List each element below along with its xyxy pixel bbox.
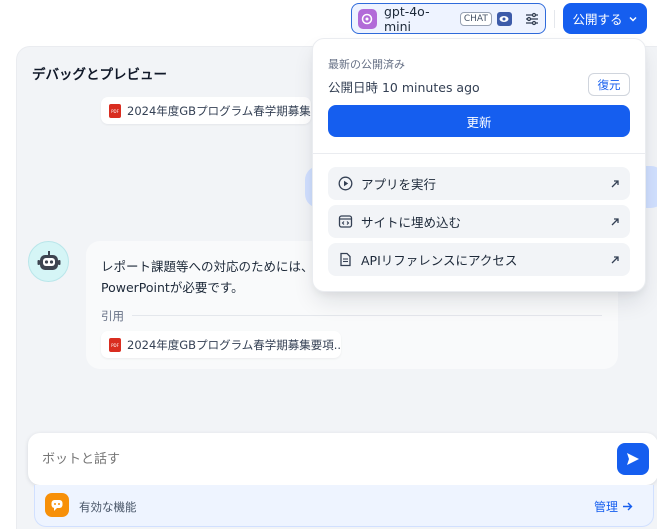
send-icon	[627, 453, 639, 465]
chat-input[interactable]	[42, 451, 602, 466]
answer-line: PowerPointが必要です。	[101, 280, 244, 295]
external-link-icon	[610, 217, 620, 227]
features-icon	[45, 493, 69, 517]
features-label: 有効な機能	[79, 500, 137, 514]
run-app-item[interactable]: アプリを実行	[328, 167, 630, 200]
publish-button[interactable]: 公開する	[563, 3, 647, 34]
model-settings-icon[interactable]	[525, 12, 539, 26]
answer-line: レポート課題等への対応のためには、M	[101, 259, 325, 274]
embed-site-item[interactable]: サイトに埋め込む	[328, 205, 630, 238]
toolbar-divider	[554, 10, 555, 28]
citation-file-name: 2024年度GBプログラム春学期募集要項...	[127, 337, 341, 352]
manage-features-link[interactable]: 管理	[594, 498, 633, 515]
publish-button-label: 公開する	[572, 12, 623, 27]
external-link-icon	[610, 255, 620, 265]
published-time: 公開日時 10 minutes ago	[328, 80, 480, 95]
model-selector[interactable]: gpt-4o-mini CHAT	[351, 3, 546, 34]
pdf-icon	[109, 337, 121, 352]
model-name: gpt-4o-mini	[383, 3, 430, 34]
citation-file-name: 2024年度GBプログラム春学期募集要項	[127, 103, 311, 118]
embed-code-icon	[338, 215, 353, 228]
api-reference-label: APIリファレンスにアクセス	[361, 253, 518, 268]
chevron-down-icon	[628, 16, 637, 22]
citation-chip[interactable]: 2024年度GBプログラム春学期募集要項...	[101, 331, 341, 358]
vision-icon	[496, 11, 512, 26]
model-mode-badge: CHAT	[459, 11, 492, 26]
play-circle-icon	[338, 176, 353, 191]
dropdown-divider	[313, 153, 645, 154]
panel-title: デバッグとプレビュー	[32, 67, 167, 83]
pdf-icon	[109, 103, 121, 118]
bot-answer-text: レポート課題等への対応のためには、M PowerPointが必要です。	[101, 256, 331, 298]
bot-avatar	[28, 241, 69, 282]
run-app-label: アプリを実行	[361, 177, 437, 192]
api-reference-item[interactable]: APIリファレンスにアクセス	[328, 243, 630, 276]
arrow-right-icon	[623, 502, 633, 511]
document-icon	[340, 252, 351, 267]
openai-icon	[358, 8, 377, 29]
citation-divider	[132, 315, 602, 316]
send-button[interactable]	[617, 443, 649, 475]
manage-label: 管理	[594, 500, 619, 514]
citation-label: 引用	[101, 309, 124, 323]
external-link-icon	[610, 179, 620, 189]
citation-chip-previous[interactable]: 2024年度GBプログラム春学期募集要項	[101, 97, 311, 124]
embed-site-label: サイトに埋め込む	[361, 215, 462, 230]
latest-published-caption: 最新の公開済み	[328, 58, 405, 71]
update-button[interactable]: 更新	[328, 105, 630, 137]
restore-button[interactable]: 復元	[588, 73, 630, 96]
